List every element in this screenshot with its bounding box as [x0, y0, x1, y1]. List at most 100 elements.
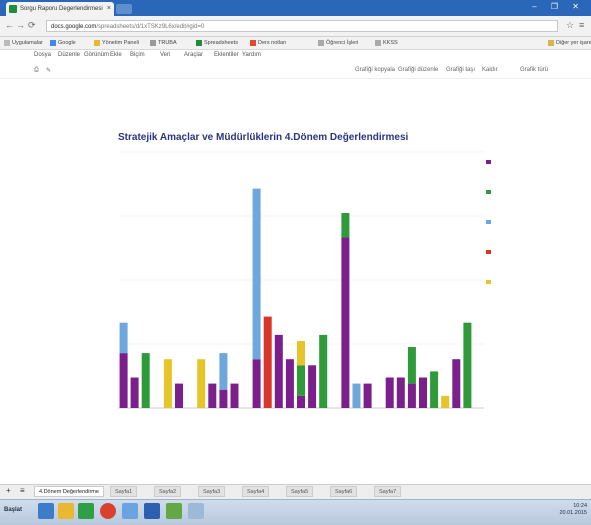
bookmark-item[interactable]: Spreadsheets	[196, 38, 238, 48]
tray-date: 20.01.2015	[559, 510, 587, 516]
bookmark-label: Google	[58, 40, 76, 46]
add-sheet-button[interactable]: +	[6, 486, 11, 495]
bar-segment[interactable]	[252, 188, 261, 360]
chart-action-button[interactable]: Grafik türü	[520, 67, 548, 73]
bar-segment[interactable]	[285, 359, 294, 408]
bar-segment[interactable]	[219, 389, 228, 408]
media-icon[interactable]	[122, 503, 138, 519]
bar-segment[interactable]	[363, 383, 372, 408]
tray-time: 10:24	[573, 503, 587, 509]
system-tray: 10:24 20.01.2015	[559, 503, 587, 517]
bookmark-icon	[150, 39, 156, 46]
bar-segment[interactable]	[163, 359, 172, 408]
bar-segment[interactable]	[319, 334, 328, 408]
legend-swatch	[486, 190, 491, 194]
bookmark-icon	[375, 39, 381, 46]
sheet-tab[interactable]: Sayfa2	[154, 486, 182, 497]
bookmark-label: Diğer yer işaretleri	[556, 40, 591, 46]
sheet-tab[interactable]: Sayfa7	[374, 486, 402, 497]
bar-segment[interactable]	[341, 237, 350, 408]
bookmark-icon	[250, 39, 256, 46]
bar-segment[interactable]	[430, 371, 439, 408]
bar-segment[interactable]	[219, 353, 228, 390]
explorer-icon[interactable]	[38, 503, 54, 519]
bookmark-label: Ders notları	[258, 40, 287, 46]
bar-segment[interactable]	[230, 383, 239, 408]
chart-action-button[interactable]: Grafiği düzenle	[398, 67, 438, 73]
bookmark-label: Yönetim Paneli	[102, 40, 139, 46]
sheet-tab[interactable]: Sayfa4	[242, 486, 270, 497]
bar-segment[interactable]	[175, 383, 183, 408]
bar-segment[interactable]	[208, 383, 217, 408]
chart-action-button[interactable]: Kaldır	[482, 67, 498, 73]
sheet-tab[interactable]: Sayfa1	[110, 486, 138, 497]
legend-swatch	[486, 280, 491, 284]
bookmark-icon	[318, 39, 324, 46]
menu-8[interactable]: Yardım	[242, 52, 261, 58]
bar-segment[interactable]	[385, 377, 394, 409]
bar-segment[interactable]	[341, 213, 350, 238]
sheet-tab[interactable]: Sayfa6	[330, 486, 358, 497]
bookmark-item[interactable]: Diğer yer işaretleri	[548, 38, 591, 48]
bar-segment[interactable]	[308, 365, 317, 408]
menu-2[interactable]: Görünüm	[84, 52, 109, 58]
bookmark-label: Spreadsheets	[204, 40, 238, 46]
bookmark-item[interactable]: TRUBA	[150, 38, 177, 48]
bar-segment[interactable]	[297, 341, 305, 366]
bookmark-icon	[94, 39, 100, 46]
menu-0[interactable]: Dosya	[34, 52, 51, 58]
menu-4[interactable]: Biçim	[130, 52, 145, 58]
sheet-tab[interactable]: Sayfa5	[286, 486, 314, 497]
chart-action-button[interactable]: Grafiği kopyala	[355, 67, 395, 73]
bookmark-label: Uygulamalar	[12, 40, 43, 46]
folder-icon[interactable]	[58, 503, 74, 519]
excel-icon[interactable]	[78, 503, 94, 519]
word-icon[interactable]	[144, 503, 160, 519]
bar-segment[interactable]	[119, 353, 128, 408]
chart-canvas	[118, 151, 491, 409]
bar-segment[interactable]	[463, 322, 472, 408]
menu-7[interactable]: Eklentiler	[214, 52, 239, 58]
bookmark-label: KKSS	[383, 40, 398, 46]
bar-segment[interactable]	[452, 359, 461, 408]
bar-segment[interactable]	[130, 377, 139, 409]
bar-segment[interactable]	[352, 383, 361, 408]
menu-3[interactable]: Ekle	[110, 52, 122, 58]
menu-6[interactable]: Araçlar	[184, 52, 203, 58]
paint-icon[interactable]	[166, 503, 182, 519]
bar-segment[interactable]	[419, 377, 427, 409]
sheet-list-icon[interactable]: ≡	[20, 486, 25, 495]
chrome-icon[interactable]	[100, 503, 116, 519]
bar-segment[interactable]	[274, 334, 283, 408]
menu-5[interactable]: Veri	[160, 52, 170, 58]
bar-segment[interactable]	[396, 377, 405, 409]
bar-segment[interactable]	[141, 353, 150, 408]
menu-1[interactable]: Düzenle	[58, 52, 80, 58]
bookmark-icon	[4, 39, 10, 46]
bookmark-item[interactable]: Öğrenci İşleri	[318, 38, 358, 48]
bookmark-label: TRUBA	[158, 40, 177, 46]
bookmark-item[interactable]: Uygulamalar	[4, 38, 43, 48]
bookmark-item[interactable]: Ders notları	[250, 38, 286, 48]
bar-segment[interactable]	[407, 383, 416, 408]
bar-segment[interactable]	[297, 365, 305, 396]
sheet-tab[interactable]: 4.Dönem Değerlendirme	[34, 486, 104, 497]
chart-title: Stratejik Amaçlar ve Müdürlüklerin 4.Dön…	[118, 132, 409, 143]
chart-action-button[interactable]: Grafiği taşı	[446, 67, 475, 73]
sheet-tab[interactable]: Sayfa3	[198, 486, 226, 497]
bar-segment[interactable]	[252, 359, 261, 408]
legend-swatch	[486, 160, 491, 164]
legend-swatch	[486, 250, 491, 254]
bar-segment[interactable]	[407, 347, 416, 384]
app-icon[interactable]	[188, 503, 204, 519]
bar-segment[interactable]	[197, 359, 206, 408]
bookmark-item[interactable]: Google	[50, 38, 76, 48]
bookmark-item[interactable]: Yönetim Paneli	[94, 38, 139, 48]
bookmark-item[interactable]: KKSS	[375, 38, 398, 48]
bar-segment[interactable]	[441, 395, 450, 408]
bar-segment[interactable]	[297, 395, 305, 408]
bookmark-icon	[548, 39, 554, 46]
bar-segment[interactable]	[119, 322, 128, 354]
bar-segment[interactable]	[263, 316, 272, 408]
start-button[interactable]: Başlat	[4, 507, 22, 513]
